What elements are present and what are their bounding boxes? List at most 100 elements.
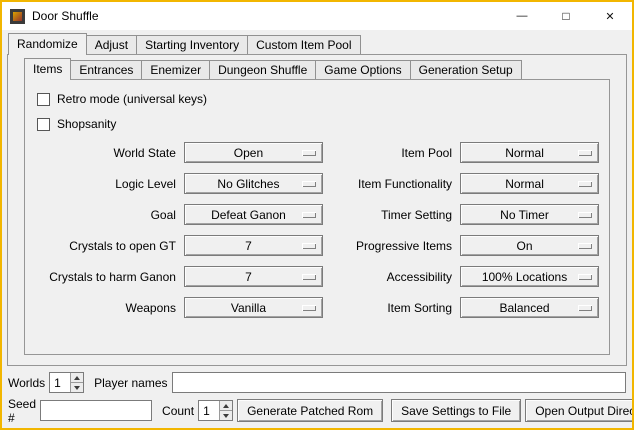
dropdown-indicator-icon [578, 212, 592, 218]
dropdown-value: On [517, 239, 543, 253]
randomize-tab-pane: Items Entrances Enemizer Dungeon Shuffle… [7, 54, 627, 366]
accessibility-dropdown[interactable]: 100% Locations [460, 266, 599, 287]
spin-arrows [70, 373, 83, 392]
settings-row: World State Open Item Pool Normal [35, 142, 599, 163]
timer-setting-label: Timer Setting [331, 208, 460, 222]
dropdown-value: Normal [505, 146, 554, 160]
main-tab-randomize[interactable]: Randomize [8, 33, 87, 55]
dropdown-indicator-icon [302, 305, 316, 311]
open-output-directory-button[interactable]: Open Output Directory [525, 399, 634, 422]
dropdown-value: No Timer [500, 208, 559, 222]
item-functionality-label: Item Functionality [331, 177, 460, 191]
sub-tab-enemizer[interactable]: Enemizer [141, 60, 210, 79]
dropdown-indicator-icon [578, 305, 592, 311]
retro-mode-label: Retro mode (universal keys) [57, 92, 207, 106]
dropdown-value: 7 [245, 270, 262, 284]
dropdown-value: Open [234, 146, 273, 160]
sub-tab-entrances[interactable]: Entrances [70, 60, 142, 79]
worlds-row: Worlds 1 Player names [8, 371, 626, 394]
close-button[interactable]: ✕ [588, 2, 632, 30]
items-tab-pane: Retro mode (universal keys) Shopsanity W… [24, 79, 610, 355]
accessibility-label: Accessibility [331, 270, 460, 284]
app-icon [10, 9, 25, 24]
spin-up-icon[interactable] [71, 373, 83, 382]
settings-row: Logic Level No Glitches Item Functionali… [35, 173, 599, 194]
crystals-harm-ganon-label: Crystals to harm Ganon [35, 270, 184, 284]
sub-tab-dungeon-shuffle[interactable]: Dungeon Shuffle [209, 60, 316, 79]
count-value[interactable]: 1 [199, 401, 219, 420]
dropdown-indicator-icon [302, 274, 316, 280]
main-tab-adjust[interactable]: Adjust [86, 35, 137, 54]
dropdown-indicator-icon [302, 150, 316, 156]
dropdown-value: Defeat Ganon [211, 208, 296, 222]
maximize-icon: □ [562, 9, 569, 23]
dropdown-indicator-icon [578, 243, 592, 249]
minimize-icon: — [517, 10, 528, 22]
dropdown-indicator-icon [302, 243, 316, 249]
dropdown-indicator-icon [578, 181, 592, 187]
window-title: Door Shuffle [32, 9, 99, 23]
sub-tab-items[interactable]: Items [24, 58, 71, 80]
settings-grid: World State Open Item Pool Normal Logic … [35, 142, 599, 318]
save-settings-button[interactable]: Save Settings to File [391, 399, 521, 422]
maximize-button[interactable]: □ [544, 2, 588, 30]
item-pool-dropdown[interactable]: Normal [460, 142, 599, 163]
window-controls: — □ ✕ [500, 2, 632, 30]
dropdown-indicator-icon [578, 274, 592, 280]
crystals-open-gt-dropdown[interactable]: 7 [184, 235, 323, 256]
sub-tab-bar: Items Entrances Enemizer Dungeon Shuffle… [8, 58, 626, 79]
progressive-items-label: Progressive Items [331, 239, 460, 253]
logic-level-label: Logic Level [35, 177, 184, 191]
player-names-label: Player names [94, 376, 167, 390]
dropdown-indicator-icon [302, 181, 316, 187]
settings-row: Crystals to harm Ganon 7 Accessibility 1… [35, 266, 599, 287]
dropdown-value: 100% Locations [482, 270, 577, 284]
retro-mode-checkbox[interactable]: Retro mode (universal keys) [37, 92, 599, 106]
crystals-open-gt-label: Crystals to open GT [35, 239, 184, 253]
player-names-input[interactable] [172, 372, 627, 393]
shopsanity-checkbox[interactable]: Shopsanity [37, 117, 599, 131]
progressive-items-dropdown[interactable]: On [460, 235, 599, 256]
door-shuffle-window: Door Shuffle — □ ✕ Randomize Adjust Star… [0, 0, 634, 430]
item-sorting-label: Item Sorting [331, 301, 460, 315]
item-pool-label: Item Pool [331, 146, 460, 160]
worlds-value[interactable]: 1 [50, 373, 70, 392]
main-tab-starting-inventory[interactable]: Starting Inventory [136, 35, 248, 54]
dropdown-value: Balanced [500, 301, 560, 315]
spin-down-icon[interactable] [220, 410, 232, 420]
weapons-label: Weapons [35, 301, 184, 315]
worlds-spinbox[interactable]: 1 [49, 372, 84, 393]
main-tab-custom-item-pool[interactable]: Custom Item Pool [247, 35, 360, 54]
crystals-harm-ganon-dropdown[interactable]: 7 [184, 266, 323, 287]
seed-label: Seed # [8, 397, 36, 425]
seed-row: Seed # Count 1 Generate Patched Rom Save… [8, 399, 626, 422]
shopsanity-label: Shopsanity [57, 117, 116, 131]
dropdown-value: No Glitches [217, 177, 289, 191]
generate-patched-rom-button[interactable]: Generate Patched Rom [237, 399, 383, 422]
sub-tab-generation-setup[interactable]: Generation Setup [410, 60, 522, 79]
logic-level-dropdown[interactable]: No Glitches [184, 173, 323, 194]
world-state-dropdown[interactable]: Open [184, 142, 323, 163]
bottom-controls: Worlds 1 Player names Seed # Count 1 [2, 366, 632, 428]
settings-row: Weapons Vanilla Item Sorting Balanced [35, 297, 599, 318]
dropdown-indicator-icon [578, 150, 592, 156]
titlebar: Door Shuffle — □ ✕ [2, 2, 632, 30]
dropdown-value: Vanilla [231, 301, 276, 315]
dropdown-value: 7 [245, 239, 262, 253]
minimize-button[interactable]: — [500, 2, 544, 30]
sub-tab-game-options[interactable]: Game Options [315, 60, 410, 79]
weapons-dropdown[interactable]: Vanilla [184, 297, 323, 318]
spin-down-icon[interactable] [71, 382, 83, 392]
timer-setting-dropdown[interactable]: No Timer [460, 204, 599, 225]
spin-arrows [219, 401, 232, 420]
goal-dropdown[interactable]: Defeat Ganon [184, 204, 323, 225]
settings-row: Goal Defeat Ganon Timer Setting No Timer [35, 204, 599, 225]
item-functionality-dropdown[interactable]: Normal [460, 173, 599, 194]
seed-input[interactable] [40, 400, 152, 421]
count-spinbox[interactable]: 1 [198, 400, 233, 421]
close-icon: ✕ [605, 10, 614, 23]
checkbox-icon [37, 93, 50, 106]
goal-label: Goal [35, 208, 184, 222]
item-sorting-dropdown[interactable]: Balanced [460, 297, 599, 318]
spin-up-icon[interactable] [220, 401, 232, 410]
